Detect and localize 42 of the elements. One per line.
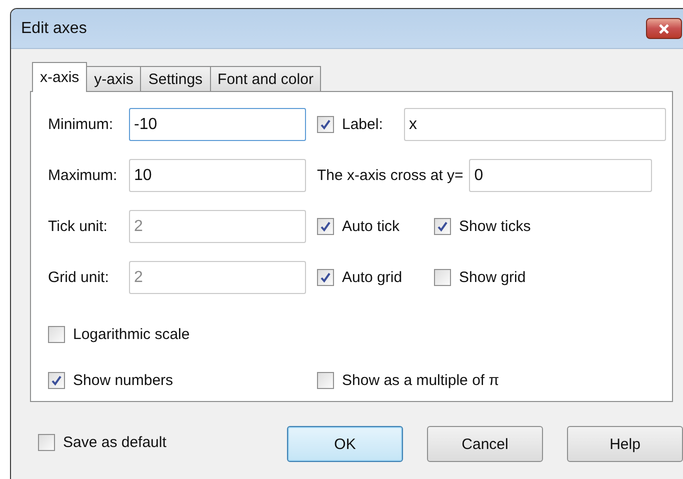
close-icon [658, 24, 670, 34]
checkmark-icon [320, 272, 331, 283]
tab[interactable]: x-axis [32, 62, 88, 92]
checkmark-icon [320, 119, 331, 130]
checkbox-label: Show grid [459, 269, 526, 286]
input-field[interactable]: 0 [469, 159, 652, 192]
dialog-button[interactable]: OK [287, 426, 403, 462]
checkbox-label: Auto tick [342, 218, 400, 235]
checkbox[interactable] [48, 326, 65, 342]
checkmark-icon [437, 221, 448, 232]
checkbox[interactable] [317, 372, 334, 388]
tab[interactable]: Font and color [210, 66, 322, 92]
checkmark-icon [320, 221, 331, 232]
input-field[interactable]: x [404, 108, 666, 141]
checkmark-icon [51, 374, 62, 386]
checkbox[interactable] [434, 269, 451, 286]
close-button[interactable] [646, 18, 682, 39]
checkbox[interactable] [317, 218, 334, 235]
checkbox[interactable] [434, 218, 451, 235]
field-label: The x-axis cross at y= [317, 167, 464, 184]
field-label: Maximum: [48, 167, 118, 184]
checkbox[interactable] [38, 434, 55, 450]
checkbox-label: Auto grid [342, 269, 402, 286]
checkbox[interactable] [317, 269, 334, 286]
checkbox-label: Label: [342, 116, 383, 133]
field-label: Minimum: [48, 116, 114, 133]
checkbox-label: Show as a multiple of π [342, 372, 500, 388]
checkbox-label: Show ticks [459, 218, 531, 235]
tab[interactable]: Settings [140, 66, 211, 92]
field-label: Tick unit: [48, 218, 108, 235]
checkbox-label: Logarithmic scale [73, 326, 190, 342]
input-field[interactable]: 10 [129, 159, 306, 192]
checkbox-label: Show numbers [73, 372, 174, 388]
checkbox[interactable] [48, 372, 65, 388]
field-label: Grid unit: [48, 269, 110, 286]
window-title: Edit axes [21, 20, 87, 38]
dialog-button[interactable]: Cancel [427, 426, 543, 462]
tab[interactable]: y-axis [86, 66, 142, 92]
checkbox[interactable] [317, 116, 334, 133]
input-field[interactable]: -10 [129, 108, 306, 141]
dialog-button[interactable]: Help [567, 426, 683, 462]
checkbox-label: Save as default [63, 434, 166, 450]
